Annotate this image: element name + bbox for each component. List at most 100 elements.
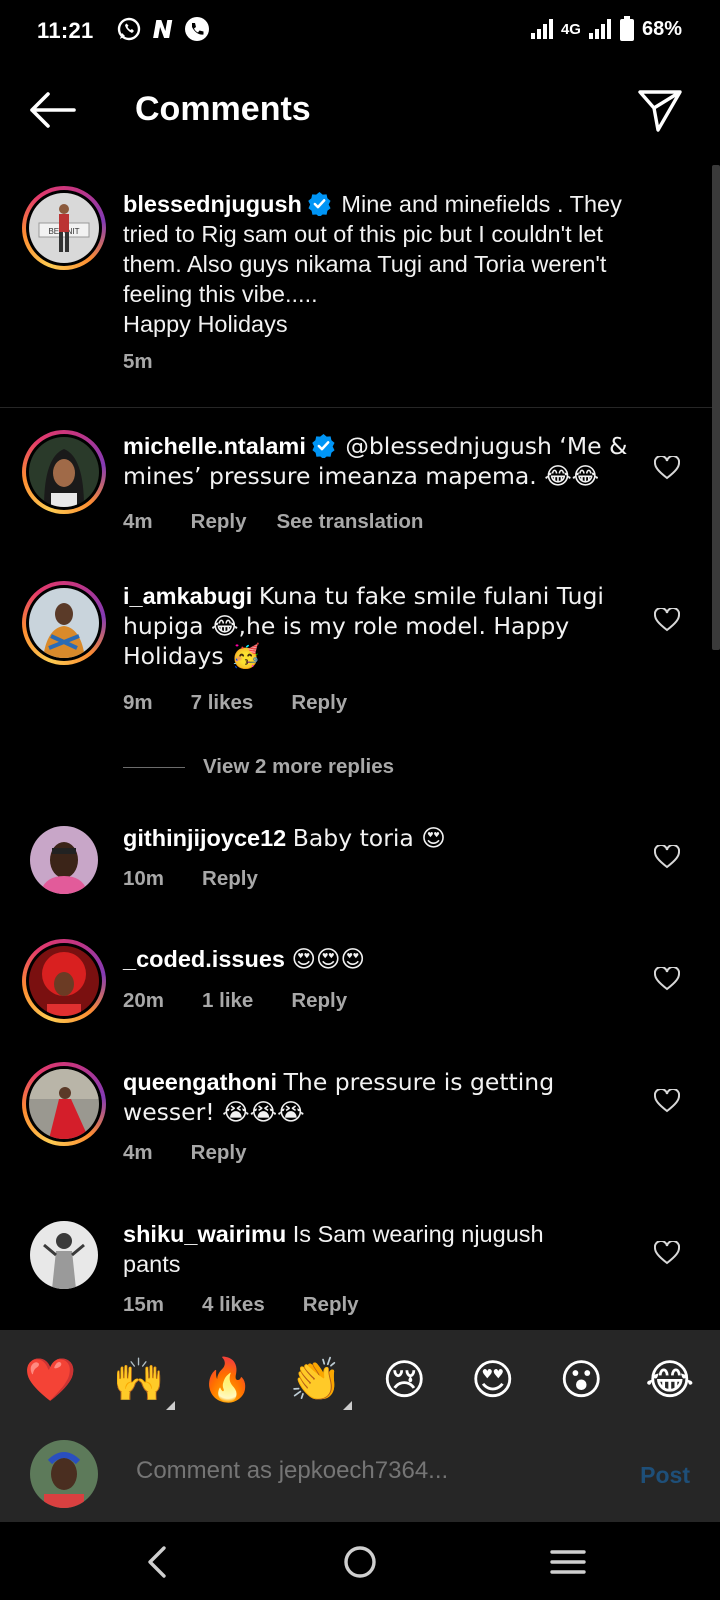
comment-text: i_amkabugi Kuna tu fake smile fulani Tug…	[123, 581, 643, 671]
caption-line-4: feeling this vibe.....	[123, 281, 318, 307]
comment-meta: 10m Reply	[123, 867, 258, 891]
heart-eyes-emoji-icon: 😍	[470, 1355, 515, 1404]
caption-line-5: Happy Holidays	[123, 311, 288, 337]
status-system-icons: 4G 68%	[530, 16, 682, 42]
react-laughing-button[interactable]: 😂	[638, 1348, 702, 1412]
react-fire-button[interactable]: 🔥	[195, 1348, 259, 1412]
battery-percent: 68%	[641, 17, 682, 40]
see-translation-button[interactable]: See translation	[276, 510, 423, 534]
comment-content: Baby toria 😍	[292, 824, 446, 852]
comment-username[interactable]: queengathoni	[123, 1069, 277, 1095]
like-heart-icon[interactable]	[654, 1089, 680, 1113]
status-bar: 11:21 4G 68%	[0, 0, 720, 62]
send-icon[interactable]	[636, 86, 684, 134]
clap-emoji-icon: 👏	[289, 1355, 342, 1404]
react-surprised-button[interactable]: 😮	[549, 1348, 613, 1412]
comment-line-2: wesser! 😭😭😭	[123, 1098, 305, 1126]
reply-button[interactable]: Reply	[191, 1141, 247, 1165]
caption-username[interactable]: blessednjugush	[123, 191, 302, 217]
network-type: 4G	[560, 20, 581, 38]
comment-line-1: The pressure is getting	[283, 1068, 555, 1096]
battery-icon	[619, 16, 634, 41]
signal-icon-2	[588, 19, 611, 39]
likes-count[interactable]: 4 likes	[202, 1293, 265, 1317]
caption-time: 5m	[123, 350, 153, 373]
react-clap-button[interactable]: 👏	[284, 1348, 352, 1412]
laughing-emoji-icon: 😂	[645, 1355, 695, 1404]
comment-meta: 4m Reply See translation	[123, 510, 423, 534]
comment-text: githinjijoyce12 Baby toria 😍	[123, 823, 643, 853]
status-time: 11:21	[37, 18, 94, 43]
skin-tone-indicator-icon	[165, 1401, 175, 1410]
reply-button[interactable]: Reply	[202, 867, 258, 891]
view-more-replies-button[interactable]: View 2 more replies	[123, 755, 394, 779]
surprised-emoji-icon: 😮	[559, 1355, 604, 1404]
avatar-ring[interactable]: BE KNIT	[22, 186, 106, 270]
comment-meta: 20m 1 like Reply	[123, 989, 347, 1013]
react-heart-eyes-button[interactable]: 😍	[461, 1348, 525, 1412]
caption-text: blessednjugush Mine and minefields . The…	[123, 189, 643, 339]
comment-time: 9m	[123, 691, 153, 714]
reply-button[interactable]: Reply	[291, 691, 347, 715]
avatar-ring[interactable]	[22, 1062, 106, 1146]
current-user-avatar	[30, 1440, 98, 1508]
fire-emoji-icon: 🔥	[201, 1355, 254, 1404]
comment-username[interactable]: i_amkabugi	[123, 583, 252, 609]
reply-button[interactable]: Reply	[191, 510, 247, 534]
post-button[interactable]: Post	[640, 1462, 690, 1489]
avatar-ring[interactable]	[22, 939, 106, 1023]
react-heart-button[interactable]: ❤️	[18, 1348, 82, 1412]
crying-emoji-icon: 😢	[382, 1355, 427, 1404]
avatar[interactable]	[30, 1221, 98, 1289]
reply-button[interactable]: Reply	[291, 989, 347, 1013]
comment-meta: 15m 4 likes Reply	[123, 1293, 359, 1317]
comment-line-2: hupiga 😂,he is my role model. Happy	[123, 612, 570, 640]
react-crying-button[interactable]: 😢	[372, 1348, 436, 1412]
likes-count[interactable]: 7 likes	[191, 691, 254, 715]
verified-badge-icon	[312, 434, 335, 458]
system-navigation-bar	[0, 1522, 720, 1600]
react-raised-hands-button[interactable]: 🙌	[107, 1348, 175, 1412]
reply-button[interactable]: Reply	[303, 1293, 359, 1317]
avatar[interactable]	[30, 826, 98, 894]
comment-line-1: Is Sam wearing njugush	[292, 1221, 544, 1247]
comment-username[interactable]: _coded.issues	[123, 946, 285, 972]
emoji-reaction-bar: ❤️ 🙌 🔥 👏 😢 😍 😮 😂	[0, 1330, 720, 1430]
scrollbar[interactable]	[712, 165, 720, 650]
back-arrow-icon[interactable]	[26, 88, 78, 132]
comment-input[interactable]	[136, 1457, 596, 1485]
avatar	[29, 1069, 99, 1139]
comment-username[interactable]: githinjijoyce12	[123, 825, 286, 851]
signal-icon	[530, 19, 553, 39]
caption-line-1: Mine and minefields . They	[341, 191, 622, 217]
nav-back-icon[interactable]	[138, 1544, 178, 1580]
comment-text: _coded.issues 😍😍😍	[123, 944, 643, 974]
header: Comments	[0, 62, 720, 162]
comment-line-3: Holidays 🥳	[123, 642, 261, 670]
like-heart-icon[interactable]	[654, 1241, 680, 1265]
comment-line-1: Kuna tu fake smile fulani Tugi	[258, 582, 604, 610]
like-heart-icon[interactable]	[654, 967, 680, 991]
nav-recents-icon[interactable]	[548, 1544, 588, 1580]
verified-badge-icon	[308, 192, 331, 216]
nav-home-icon[interactable]	[340, 1544, 380, 1580]
raised-hands-emoji-icon: 🙌	[112, 1355, 165, 1404]
comment-username[interactable]: shiku_wairimu	[123, 1221, 286, 1247]
like-heart-icon[interactable]	[654, 456, 680, 480]
likes-count[interactable]: 1 like	[202, 989, 253, 1013]
avatar-ring[interactable]	[22, 430, 106, 514]
caption-line-3: them. Also guys nikama Tugi and Toria we…	[123, 251, 607, 277]
like-heart-icon[interactable]	[654, 608, 680, 632]
avatar-ring[interactable]	[22, 581, 106, 665]
divider-line	[123, 766, 185, 768]
comment-text: michelle.ntalami @blessednjugush ‘Me & m…	[123, 431, 643, 491]
comment-username[interactable]: michelle.ntalami	[123, 433, 306, 459]
status-notification-icons	[116, 16, 210, 42]
page-title: Comments	[135, 90, 311, 128]
whatsapp-icon	[117, 17, 141, 41]
like-heart-icon[interactable]	[654, 845, 680, 869]
comment-content: 😍😍😍	[291, 945, 366, 973]
avatar	[29, 437, 99, 507]
skin-tone-indicator-icon	[342, 1401, 352, 1410]
comment-line-1: @blessednjugush ‘Me &	[345, 432, 628, 460]
